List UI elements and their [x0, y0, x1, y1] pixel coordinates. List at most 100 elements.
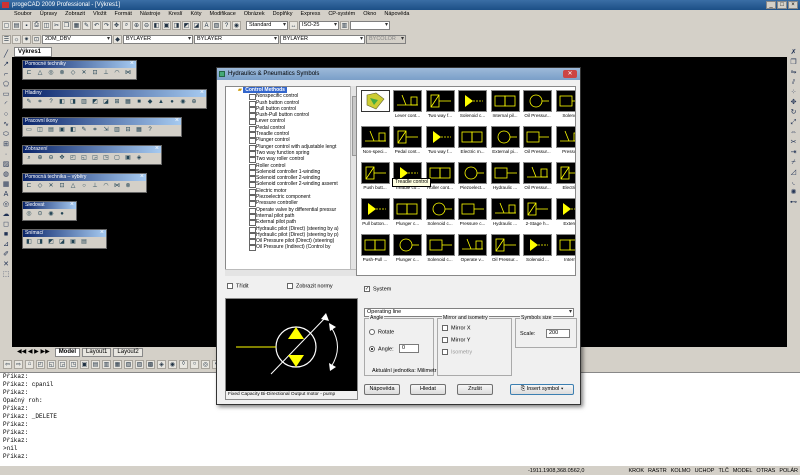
cancel-button[interactable]: Zrušit	[457, 384, 493, 395]
sort-checkbox[interactable]: Třídit	[227, 283, 249, 289]
zoom-icon[interactable]: ⌕	[122, 21, 131, 30]
tool-icon[interactable]: ▧	[124, 359, 133, 369]
make-current-icon[interactable]: ◆	[113, 35, 122, 44]
symbol-cell[interactable]: Push butt...	[359, 161, 391, 193]
trim-icon[interactable]: ✂	[788, 138, 799, 147]
tool-icon[interactable]: ▩	[146, 359, 155, 369]
tool-icon[interactable]: ◎	[24, 210, 34, 219]
osnap-perp-icon[interactable]: ⊥	[101, 69, 111, 78]
floating-toolbar-title[interactable]: Snímací	[23, 229, 106, 237]
tool-icon[interactable]: ▦	[113, 359, 122, 369]
solid-icon[interactable]: ■	[1, 230, 11, 239]
explode-icon[interactable]: ✺	[788, 188, 799, 197]
layer-manager-icon[interactable]: ☰	[2, 35, 11, 44]
tool-icon[interactable]: ✎	[79, 126, 89, 135]
symbol-cell[interactable]: Push-Pull ...	[359, 233, 391, 265]
fillet-icon[interactable]: ◟	[788, 178, 799, 187]
menu-cp-system[interactable]: CP-systém	[328, 10, 355, 19]
break-icon[interactable]: ⌿	[788, 158, 799, 167]
layer-lock-icon[interactable]: ⊡	[32, 35, 41, 44]
status-snap[interactable]: KROK	[628, 468, 644, 474]
print-icon[interactable]: ⎙	[32, 21, 41, 30]
symbol-cell[interactable]: Solenoid c...	[424, 233, 456, 265]
boundary-icon[interactable]: ⬚	[1, 270, 11, 279]
maximize-icon[interactable]: □	[777, 1, 787, 9]
tool-icon[interactable]: ⇲	[101, 126, 111, 135]
status-polar[interactable]: POLÁR	[779, 468, 798, 474]
save-icon[interactable]: ▪	[22, 21, 31, 30]
tool-icon[interactable]: ◩	[46, 238, 56, 247]
insert-symbol-button[interactable]: ⎘ Insert symbol ▾	[510, 384, 574, 395]
floating-toolbar-title[interactable]: Hladiny	[23, 89, 206, 97]
symbol-cell[interactable]: Pressure c...	[457, 197, 489, 229]
tool-icon[interactable]: ?	[46, 98, 56, 107]
render-icon[interactable]: ◉	[232, 21, 241, 30]
isometry-checkbox[interactable]: Isometry	[442, 349, 472, 355]
tree-hscrollbar[interactable]	[225, 269, 358, 276]
symbol-cell[interactable]: Pull button...	[359, 197, 391, 229]
symbol-cell[interactable]: Plunger c...	[392, 233, 424, 265]
show-norms-checkbox[interactable]: Zobrazit normy	[287, 283, 333, 289]
symbol-cell[interactable]: Electric	[554, 161, 575, 193]
floating-toolbar-title[interactable]: Pracovní ikony	[23, 117, 181, 125]
tool-icon[interactable]: ✎	[24, 98, 34, 107]
tool-icon[interactable]: ⌕	[24, 154, 34, 163]
arc-icon[interactable]: ◜	[1, 100, 11, 109]
tool-icon[interactable]: ⊙	[35, 210, 45, 219]
tool-icon[interactable]: ⊟	[123, 126, 133, 135]
menu-format[interactable]: Formát	[115, 10, 132, 19]
tool-icon[interactable]: ▥	[102, 359, 111, 369]
osnap-int-icon[interactable]: ✕	[79, 69, 89, 78]
tab-model[interactable]: Model	[54, 347, 81, 357]
menu-soubor[interactable]: Soubor	[14, 10, 32, 19]
tool-icon[interactable]: ◇	[35, 182, 45, 191]
osnap-near-icon[interactable]: ⋈	[123, 69, 133, 78]
tool-icon[interactable]: ▤	[46, 126, 56, 135]
rectangle-icon[interactable]: ▭	[1, 90, 11, 99]
xline-icon[interactable]: ✕	[1, 260, 11, 269]
tab-layout2[interactable]: Layout2	[113, 347, 143, 357]
symbol-cell[interactable]: External pi...	[489, 125, 521, 157]
menu-zobrazit[interactable]: Zobrazit	[65, 10, 85, 19]
tool-icon[interactable]: ⊖	[46, 154, 56, 163]
symbol-cell[interactable]: Roller cont...	[424, 161, 456, 193]
properties-icon[interactable]: ◧	[152, 21, 161, 30]
point-icon[interactable]: ·	[1, 150, 11, 159]
chamfer-icon[interactable]: ◿	[788, 168, 799, 177]
array-icon[interactable]: ⁘	[788, 88, 799, 97]
mirror-y-checkbox[interactable]: Mirror Y	[442, 337, 470, 343]
move-icon[interactable]: ✥	[788, 98, 799, 107]
symbol-cell[interactable]: 2-Stage h...	[522, 197, 554, 229]
color-select[interactable]: BYLAYER	[123, 35, 193, 44]
stretch-icon[interactable]: ⇔	[788, 128, 799, 137]
search-button[interactable]: Hledat	[410, 384, 446, 395]
floating-toolbar-title[interactable]: Zobrazení	[23, 145, 161, 153]
symbol-cell[interactable]: Lever cont...	[392, 89, 424, 121]
tool-icon[interactable]: ?	[145, 126, 155, 135]
menu-vlozit[interactable]: Vložit	[93, 10, 106, 19]
tool-icon[interactable]: ✥	[57, 154, 67, 163]
rotate-radio[interactable]: Rotate	[369, 329, 394, 335]
join-icon[interactable]: ⊷	[788, 198, 799, 207]
tool-icon[interactable]: ◰	[68, 154, 78, 163]
symbol-cell[interactable]: Two way f...	[424, 125, 456, 157]
symbol-cell[interactable]: Oil Pressur...	[522, 161, 554, 193]
table-tool-icon[interactable]: ▦	[1, 180, 11, 189]
tool-icon[interactable]: ⌗	[90, 126, 100, 135]
minimize-icon[interactable]: _	[766, 1, 776, 9]
dim-style-select[interactable]: ISO-25	[299, 21, 339, 30]
zoom-prev-icon[interactable]: ⊖	[142, 21, 151, 30]
status-lwt[interactable]: TLČ	[718, 468, 728, 474]
linetype-select[interactable]: BYLAYER	[194, 35, 279, 44]
offset-icon[interactable]: ⫽	[788, 78, 799, 87]
menu-kresli[interactable]: Kreslí	[168, 10, 182, 19]
tool-palette-icon[interactable]: ◨	[172, 21, 181, 30]
osnap-node-icon[interactable]: ⊗	[57, 69, 67, 78]
extend-icon[interactable]: ⇥	[788, 148, 799, 157]
redo-icon[interactable]: ↷	[102, 21, 111, 30]
tool-icon[interactable]: ⌗	[35, 98, 45, 107]
design-center-icon[interactable]: ▣	[162, 21, 171, 30]
donut-icon[interactable]: ◎	[1, 200, 11, 209]
tool-icon[interactable]: ▤	[79, 238, 89, 247]
tool-icon[interactable]: ⌂	[25, 359, 34, 369]
